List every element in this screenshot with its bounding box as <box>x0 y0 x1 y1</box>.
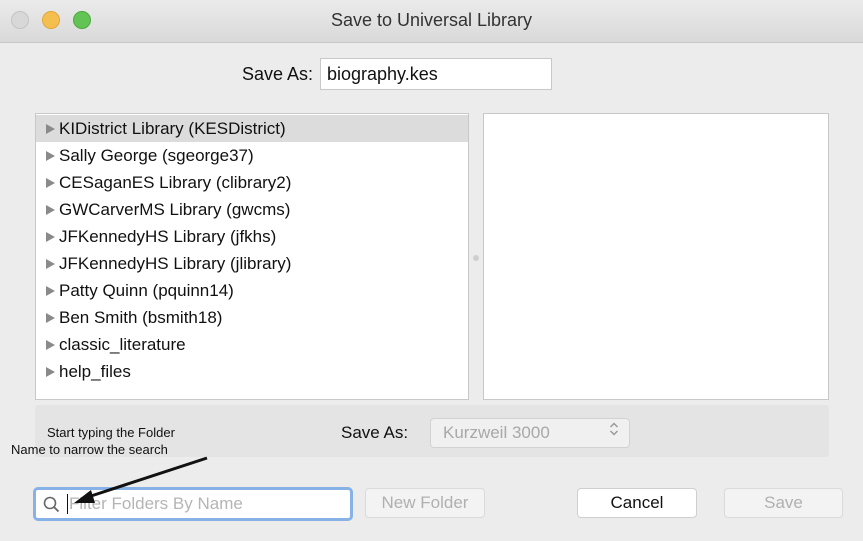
folder-item-label: help_files <box>59 362 131 381</box>
folder-browser-column[interactable]: KIDistrict Library (KESDistrict) Sally Ge… <box>35 113 469 400</box>
folder-item-label: Ben Smith (bsmith18) <box>59 308 223 327</box>
filename-input[interactable]: biography.kes <box>320 58 552 90</box>
folder-item[interactable]: Ben Smith (bsmith18) <box>36 304 468 331</box>
search-icon <box>42 495 62 520</box>
format-select[interactable]: Kurzweil 3000 <box>430 418 630 448</box>
format-label: Save As: <box>341 423 409 442</box>
text-cursor <box>67 494 68 514</box>
disclosure-triangle-icon[interactable] <box>46 286 55 296</box>
title-bar: Save to Universal Library <box>0 0 863 43</box>
folder-item[interactable]: KIDistrict Library (KESDistrict) <box>36 115 468 142</box>
folder-item-label: KIDistrict Library (KESDistrict) <box>59 119 286 138</box>
annotation-text-line-2: Name to narrow the search <box>11 442 168 457</box>
folder-contents-column[interactable] <box>483 113 829 400</box>
save-dialog-window: Save to Universal Library Save As: biogr… <box>0 0 863 541</box>
cancel-button[interactable]: Cancel <box>577 488 697 518</box>
save-as-label: Save As: <box>242 64 314 84</box>
folder-item[interactable]: JFKennedyHS Library (jlibrary) <box>36 250 468 277</box>
column-resize-handle[interactable] <box>473 255 479 261</box>
filter-placeholder: Filter Folders By Name <box>69 494 243 513</box>
disclosure-triangle-icon[interactable] <box>46 124 55 134</box>
disclosure-triangle-icon[interactable] <box>46 367 55 377</box>
folder-item-label: CESaganES Library (clibrary2) <box>59 173 292 192</box>
disclosure-triangle-icon[interactable] <box>46 259 55 269</box>
folder-item[interactable]: CESaganES Library (clibrary2) <box>36 169 468 196</box>
folder-item[interactable]: GWCarverMS Library (gwcms) <box>36 196 468 223</box>
folder-item-label: Patty Quinn (pquinn14) <box>59 281 234 300</box>
disclosure-triangle-icon[interactable] <box>46 340 55 350</box>
folder-item[interactable]: JFKennedyHS Library (jfkhs) <box>36 223 468 250</box>
save-button[interactable]: Save <box>724 488 843 518</box>
disclosure-triangle-icon[interactable] <box>46 178 55 188</box>
folder-item-label: JFKennedyHS Library (jfkhs) <box>59 227 277 246</box>
disclosure-triangle-icon[interactable] <box>46 232 55 242</box>
folder-item-label: classic_literature <box>59 335 186 354</box>
window-title: Save to Universal Library <box>330 10 533 30</box>
folder-item-label: Sally George (sgeorge37) <box>59 146 254 165</box>
filter-folders-input[interactable]: Filter Folders By Name <box>33 487 353 521</box>
disclosure-triangle-icon[interactable] <box>46 151 55 161</box>
folder-item[interactable]: Patty Quinn (pquinn14) <box>36 277 468 304</box>
format-select-value: Kurzweil 3000 <box>443 423 550 442</box>
folder-item[interactable]: help_files <box>36 358 468 385</box>
folder-item[interactable]: Sally George (sgeorge37) <box>36 142 468 169</box>
annotation-text-line-1: Start typing the Folder <box>47 425 175 440</box>
folder-item[interactable]: classic_literature <box>36 331 468 358</box>
up-down-chevron-icon <box>609 419 619 447</box>
disclosure-triangle-icon[interactable] <box>46 205 55 215</box>
folder-item-label: GWCarverMS Library (gwcms) <box>59 200 291 219</box>
disclosure-triangle-icon[interactable] <box>46 313 55 323</box>
folder-item-label: JFKennedyHS Library (jlibrary) <box>59 254 292 273</box>
new-folder-button[interactable]: New Folder <box>365 488 485 518</box>
